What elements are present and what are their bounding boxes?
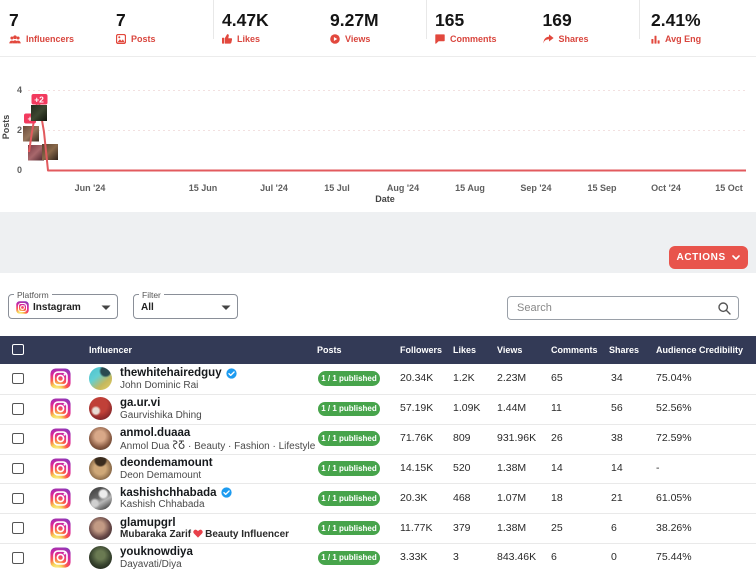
svg-text:+2: +2 <box>34 95 44 105</box>
